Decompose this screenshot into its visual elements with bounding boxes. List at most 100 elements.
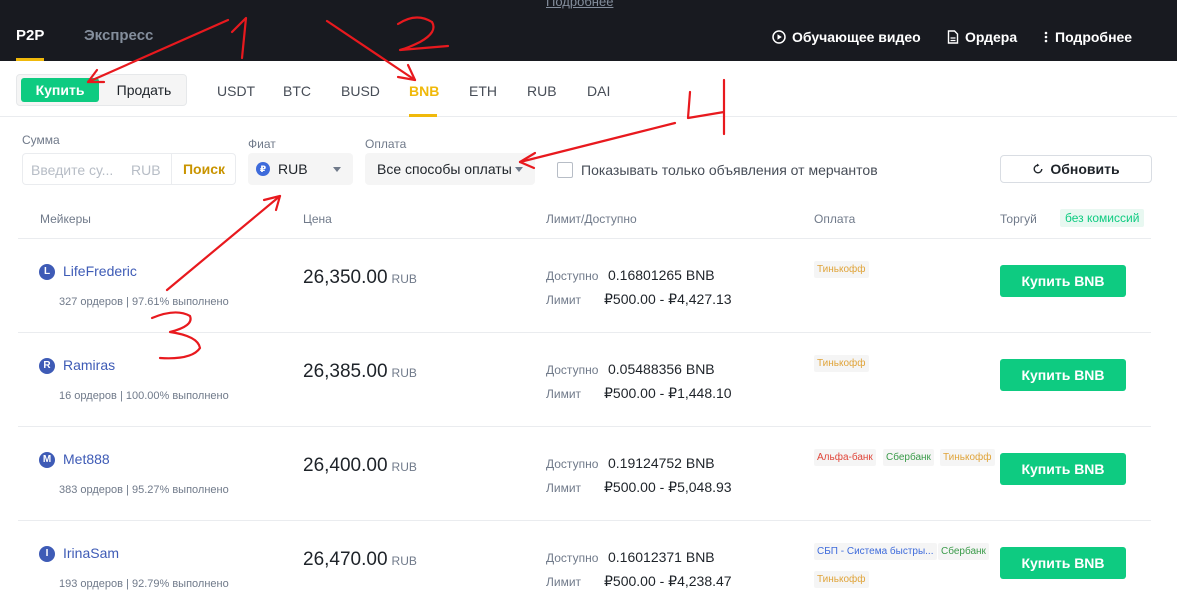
offers-table-header: Мейкеры Цена Лимит/Доступно Оплата Торгу… — [0, 206, 1177, 236]
offer-row: R Ramiras 16 ордеров | 100.00% выполнено… — [18, 332, 1151, 426]
available-label: Доступно — [546, 269, 599, 283]
limit-value: ₽500.00 - ₽4,427.13 — [604, 291, 732, 307]
tutorial-video-link[interactable]: Обучающее видео — [772, 29, 921, 45]
tab-p2p[interactable]: P2P — [16, 27, 44, 44]
merchant-stats: 327 ордеров | 97.61% выполнено — [59, 296, 229, 308]
offer-row: L LifeFrederic 327 ордеров | 97.61% выпо… — [18, 238, 1151, 332]
merchant-name[interactable]: Ramiras — [63, 357, 115, 373]
merchant-only-label[interactable]: Показывать только объявления от мерчанто… — [581, 162, 878, 178]
buy-bnb-button[interactable]: Купить BNB — [1000, 359, 1126, 391]
document-icon — [947, 30, 959, 44]
buy-bnb-button[interactable]: Купить BNB — [1000, 547, 1126, 579]
coin-tab-usdt[interactable]: USDT — [217, 83, 255, 99]
limit-value: ₽500.00 - ₽1,448.10 — [604, 385, 732, 401]
chevron-down-icon — [515, 167, 523, 172]
amount-currency: RUB — [131, 162, 161, 178]
payment-tag: СБП - Система быстры... — [814, 543, 937, 560]
amount-input[interactable]: Введите су... — [31, 162, 113, 178]
coin-tab-eth[interactable]: ETH — [469, 83, 497, 99]
buy-bnb-button[interactable]: Купить BNB — [1000, 453, 1126, 485]
amount-label: Сумма — [22, 133, 60, 147]
offer-price: 26,350.00 RUB — [303, 267, 417, 289]
merchant-name[interactable]: Met888 — [63, 451, 110, 467]
merchant-stats: 383 ордеров | 95.27% выполнено — [59, 484, 229, 496]
limit-label: Лимит — [546, 293, 582, 307]
available-value: 0.16012371 BNB — [608, 549, 715, 565]
available-value: 0.16801265 BNB — [608, 267, 715, 283]
header-payment: Оплата — [814, 212, 856, 226]
offer-price: 26,470.00 RUB — [303, 549, 417, 571]
ruble-icon: ₽ — [256, 162, 270, 176]
tutorial-video-label: Обучающее видео — [792, 29, 921, 45]
coin-tab-busd[interactable]: BUSD — [341, 83, 380, 99]
payment-tag: Альфа-банк — [814, 449, 876, 466]
top-more-link[interactable]: Подробнее — [546, 0, 613, 9]
avatar: L — [39, 264, 55, 280]
limit-label: Лимит — [546, 575, 582, 589]
merchant-stats: 16 ордеров | 100.00% выполнено — [59, 390, 229, 402]
header-price[interactable]: Цена — [303, 212, 332, 226]
available-label: Доступно — [546, 551, 599, 565]
available-value: 0.05488356 BNB — [608, 361, 715, 377]
buy-bnb-button[interactable]: Купить BNB — [1000, 265, 1126, 297]
price-currency: RUB — [391, 366, 417, 380]
payment-tag: Тинькофф — [814, 355, 869, 372]
payment-select[interactable]: Все способы оплаты — [365, 153, 535, 185]
header-trade: Торгуй — [1000, 212, 1037, 226]
offer-row: M Met888 383 ордеров | 95.27% выполнено … — [18, 426, 1151, 520]
limit-label: Лимит — [546, 481, 582, 495]
tab-express[interactable]: Экспресс — [84, 27, 153, 44]
available-label: Доступно — [546, 363, 599, 377]
price-value: 26,400.00 — [303, 455, 388, 476]
payment-tag: Тинькофф — [814, 261, 869, 278]
header-makers: Мейкеры — [40, 212, 91, 226]
avatar: I — [39, 546, 55, 562]
price-currency: RUB — [391, 460, 417, 474]
top-nav: Подробнее P2P Экспресс Обучающее видео О… — [0, 0, 1177, 61]
limit-label: Лимит — [546, 387, 582, 401]
coin-tab-rub[interactable]: RUB — [527, 83, 557, 99]
refresh-icon — [1033, 163, 1043, 174]
orders-label: Ордера — [965, 29, 1018, 45]
merchant-name[interactable]: LifeFrederic — [63, 263, 137, 279]
amount-field[interactable]: Введите су... RUB Поиск — [22, 153, 236, 185]
price-value: 26,470.00 — [303, 549, 388, 570]
merchant-only-checkbox[interactable] — [557, 162, 573, 178]
more-menu[interactable]: Подробнее — [1043, 29, 1132, 45]
available-label: Доступно — [546, 457, 599, 471]
available-value: 0.19124752 BNB — [608, 455, 715, 471]
price-value: 26,385.00 — [303, 361, 388, 382]
payment-tag: Тинькофф — [814, 571, 869, 588]
avatar: M — [39, 452, 55, 468]
limit-value: ₽500.00 - ₽5,048.93 — [604, 479, 732, 495]
limit-value: ₽500.00 - ₽4,238.47 — [604, 573, 732, 589]
fiat-select[interactable]: ₽ RUB — [248, 153, 353, 185]
avatar: R — [39, 358, 55, 374]
search-button[interactable]: Поиск — [171, 154, 236, 184]
buy-sell-toggle: Купить Продать — [16, 74, 187, 106]
trade-bar: Купить Продать USDT BTC BUSD BNB ETH RUB… — [0, 61, 1177, 117]
price-currency: RUB — [391, 554, 417, 568]
more-vertical-icon — [1044, 31, 1048, 43]
price-value: 26,350.00 — [303, 267, 388, 288]
refresh-button[interactable]: Обновить — [1000, 155, 1152, 183]
more-label: Подробнее — [1055, 29, 1133, 45]
header-limit: Лимит/Доступно — [546, 212, 637, 226]
offer-price: 26,400.00 RUB — [303, 455, 417, 477]
buy-toggle-button[interactable]: Купить — [21, 78, 99, 102]
payment-value: Все способы оплаты — [377, 161, 512, 177]
coin-tab-bnb[interactable]: BNB — [409, 83, 439, 99]
fiat-label: Фиат — [248, 137, 276, 151]
coin-tab-dai[interactable]: DAI — [587, 83, 610, 99]
orders-link[interactable]: Ордера — [947, 29, 1017, 45]
payment-label: Оплата — [365, 137, 407, 151]
coin-tab-btc[interactable]: BTC — [283, 83, 311, 99]
active-coin-indicator — [409, 114, 437, 117]
sell-toggle-button[interactable]: Продать — [107, 78, 181, 102]
payment-tag: Тинькофф — [940, 449, 995, 466]
merchant-name[interactable]: IrinaSam — [63, 545, 119, 561]
no-fee-badge: без комиссий — [1060, 209, 1145, 227]
payment-tag: Сбербанк — [883, 449, 934, 466]
offer-price: 26,385.00 RUB — [303, 361, 417, 383]
merchant-stats: 193 ордеров | 92.79% выполнено — [59, 578, 229, 590]
